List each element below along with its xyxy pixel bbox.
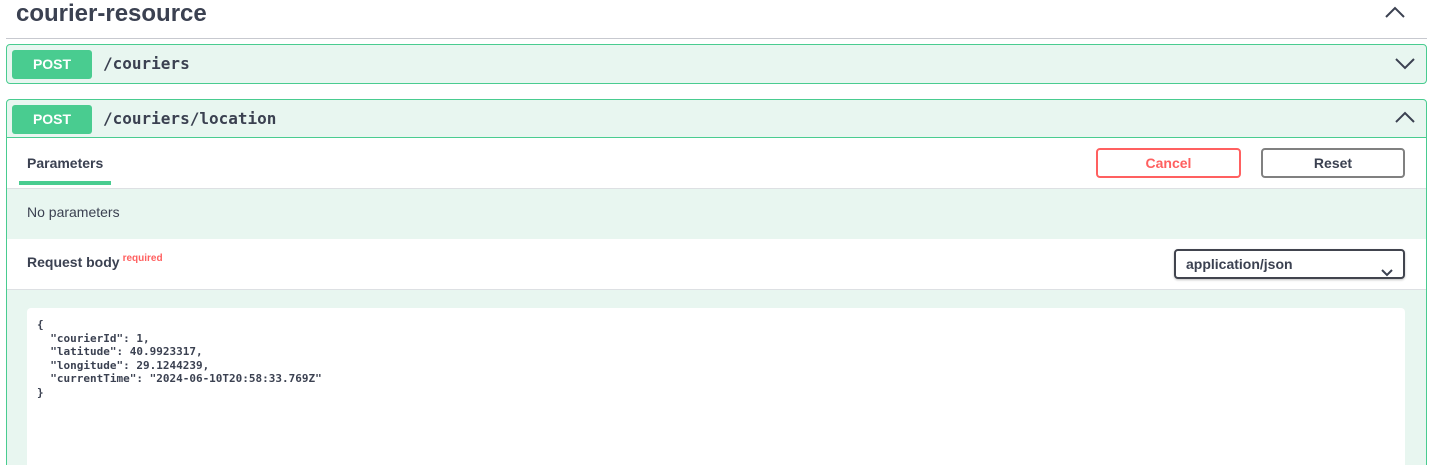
required-badge: required	[122, 253, 163, 264]
content-type-select[interactable]: application/json	[1174, 249, 1405, 279]
reset-button[interactable]: Reset	[1261, 148, 1405, 178]
opblock-summary[interactable]: POST /couriers	[7, 45, 1426, 83]
chevron-down-icon	[1381, 259, 1393, 285]
cancel-button[interactable]: Cancel	[1096, 148, 1241, 178]
endpoint-path: /couriers/location	[103, 109, 277, 128]
chevron-up-icon[interactable]	[1383, 2, 1407, 22]
tag-title: courier-resource	[16, 0, 207, 27]
method-badge: POST	[12, 50, 92, 79]
parameters-header: Parameters Cancel Reset	[7, 138, 1426, 189]
request-body-label: Request body	[27, 254, 120, 270]
content-type-value: application/json	[1186, 256, 1293, 272]
chevron-up-icon[interactable]	[1394, 108, 1416, 128]
method-badge: POST	[12, 105, 92, 134]
opblock-post-couriers-location: POST /couriers/location Parameters Cance…	[6, 99, 1427, 465]
request-body-editor-area: { "courierId": 1, "latitude": 40.9923317…	[7, 290, 1426, 465]
endpoint-path: /couriers	[103, 54, 190, 73]
chevron-down-icon[interactable]	[1394, 53, 1416, 73]
tag-header[interactable]: courier-resource	[6, 0, 1427, 39]
request-body-title: Request body required	[27, 253, 163, 270]
request-body-textarea[interactable]: { "courierId": 1, "latitude": 40.9923317…	[27, 308, 1405, 465]
request-body-header: Request body required application/json	[7, 239, 1426, 290]
tab-parameters[interactable]: Parameters	[19, 138, 112, 185]
opblock-post-couriers: POST /couriers	[6, 44, 1427, 84]
no-parameters-text: No parameters	[27, 204, 120, 220]
opblock-summary[interactable]: POST /couriers/location	[7, 100, 1426, 138]
